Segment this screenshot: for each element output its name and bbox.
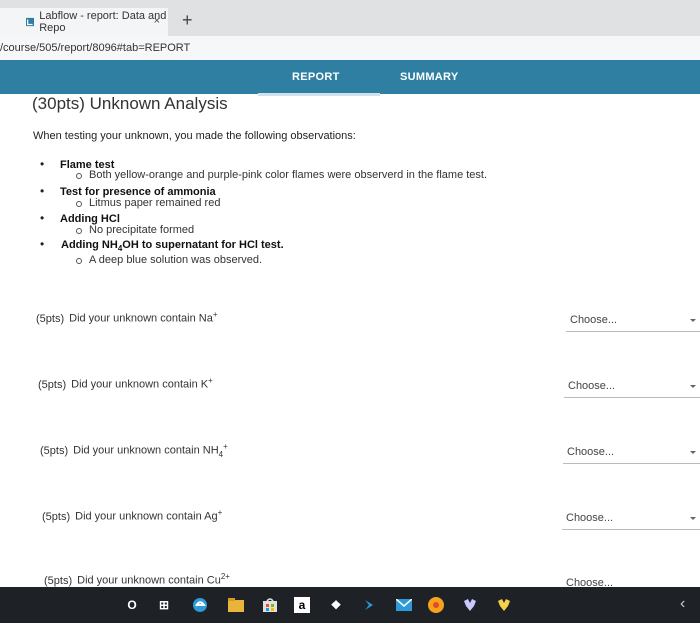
taskbar: O ⊞ a ❖ ‹ bbox=[0, 587, 700, 623]
intro-text: When testing your unknown, you made the … bbox=[33, 130, 356, 142]
dashlane-icon[interactable] bbox=[362, 597, 378, 613]
sub-bullet-icon bbox=[76, 258, 82, 264]
sub-bullet-icon bbox=[76, 228, 82, 234]
new-tab-button[interactable]: + bbox=[182, 10, 193, 31]
question-text: Did your unknown contain Cu bbox=[77, 574, 221, 587]
ag-select[interactable]: Choose... bbox=[562, 509, 700, 530]
search-icon[interactable]: O bbox=[124, 597, 140, 613]
na-select[interactable]: Choose... bbox=[566, 311, 700, 332]
bullet-icon: • bbox=[40, 237, 45, 251]
chevron-left-icon[interactable]: ‹ bbox=[680, 595, 685, 613]
chevron-down-icon bbox=[690, 319, 696, 322]
close-tab-icon[interactable]: × bbox=[154, 15, 160, 27]
tab-report[interactable]: REPORT bbox=[292, 71, 340, 83]
edge-icon[interactable] bbox=[192, 597, 208, 613]
question-points: (5pts) bbox=[42, 510, 71, 523]
chevron-down-icon bbox=[690, 517, 696, 520]
bullet-icon: • bbox=[40, 157, 45, 171]
k-select[interactable]: Choose... bbox=[564, 377, 700, 398]
file-explorer-icon[interactable] bbox=[228, 597, 244, 613]
question-nh4: (5pts) Did your unknown contain NH4+ bbox=[40, 442, 228, 459]
observation-detail: Litmus paper remained red bbox=[89, 197, 221, 209]
nh4-select[interactable]: Choose... bbox=[563, 443, 700, 464]
question-k: (5pts) Did your unknown contain K+ bbox=[38, 376, 213, 391]
dropbox-icon[interactable]: ❖ bbox=[328, 597, 344, 613]
cu-select[interactable]: Choose... bbox=[562, 574, 700, 588]
chevron-down-icon bbox=[690, 385, 696, 388]
sub-bullet-icon bbox=[76, 173, 82, 179]
game-app-icon[interactable] bbox=[496, 597, 512, 613]
question-na: (5pts) Did your unknown contain Na+ bbox=[36, 310, 218, 325]
question-text: Did your unknown contain NH bbox=[73, 444, 219, 457]
observation-detail: A deep blue solution was observed. bbox=[89, 254, 263, 266]
amazon-icon[interactable]: a bbox=[294, 597, 310, 613]
labflow-favicon-icon bbox=[26, 17, 35, 27]
question-points: (5pts) bbox=[44, 574, 73, 587]
address-bar[interactable]: /course/505/report/8096#tab=REPORT bbox=[0, 36, 700, 61]
browser-tab[interactable]: Labflow - report: Data and Repo × bbox=[0, 8, 168, 36]
question-text: Did your unknown contain Ag bbox=[75, 510, 218, 523]
report-nav-bar: REPORT SUMMARY bbox=[0, 60, 700, 94]
pandora-icon[interactable] bbox=[428, 597, 444, 613]
section-title: (30pts) Unknown Analysis bbox=[32, 94, 228, 113]
observation-detail: Both yellow-orange and purple-pink color… bbox=[89, 169, 488, 181]
url-text[interactable]: /course/505/report/8096#tab=REPORT bbox=[0, 42, 190, 54]
browser-tab-strip: Labflow - report: Data and Repo × + bbox=[0, 0, 700, 36]
question-ag: (5pts) Did your unknown contain Ag+ bbox=[42, 508, 223, 523]
active-tab-indicator bbox=[258, 93, 380, 96]
bullet-icon: • bbox=[40, 211, 45, 225]
question-points: (5pts) bbox=[36, 312, 65, 325]
task-view-icon[interactable]: ⊞ bbox=[156, 597, 172, 613]
bullet-icon: • bbox=[40, 184, 45, 198]
mail-icon[interactable] bbox=[396, 597, 412, 613]
chevron-down-icon bbox=[690, 451, 696, 454]
question-points: (5pts) bbox=[40, 444, 69, 457]
store-icon[interactable] bbox=[262, 597, 278, 613]
sub-bullet-icon bbox=[76, 201, 82, 207]
tab-summary[interactable]: SUMMARY bbox=[400, 71, 459, 83]
observation-label: Adding NH4OH to supernatant for HCl test… bbox=[61, 239, 284, 254]
question-text: Did your unknown contain K bbox=[71, 378, 209, 391]
question-points: (5pts) bbox=[38, 378, 67, 391]
photos-app-icon[interactable] bbox=[462, 597, 478, 613]
observation-detail: No precipitate formed bbox=[89, 224, 195, 236]
question-text: Did your unknown contain Na bbox=[69, 312, 213, 325]
browser-tab-title: Labflow - report: Data and Repo bbox=[39, 10, 167, 34]
